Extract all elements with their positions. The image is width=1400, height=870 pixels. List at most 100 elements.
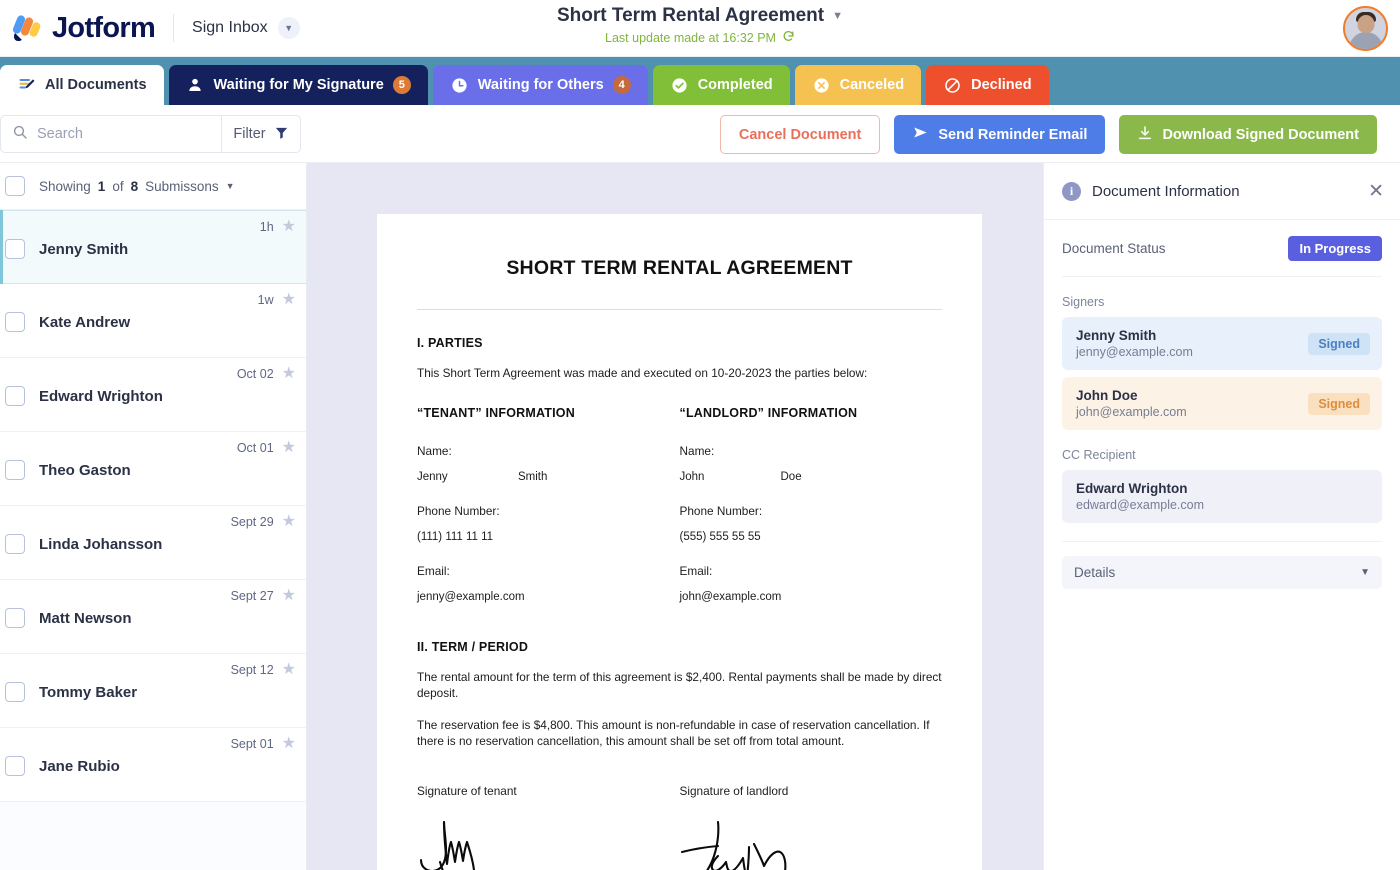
list-item[interactable]: 1w ★ Kate Andrew bbox=[0, 284, 306, 358]
document-information-panel: i Document Information ✕ Document Status… bbox=[1043, 163, 1400, 870]
clock-icon bbox=[450, 76, 469, 95]
list-item-date: 1h bbox=[259, 220, 274, 234]
document-heading: SHORT TERM RENTAL AGREEMENT bbox=[506, 257, 853, 279]
landlord-signature-label: Signature of landlord bbox=[679, 783, 789, 798]
tenant-last-name: Smith bbox=[518, 470, 548, 483]
list-item-checkbox[interactable] bbox=[5, 608, 25, 628]
document-status-row: Document Status In Progress bbox=[1062, 220, 1382, 277]
star-icon[interactable]: ★ bbox=[282, 588, 296, 604]
cc-name: Edward Wrighton bbox=[1076, 481, 1188, 496]
document-page: SHORT TERM RENTAL AGREEMENT I. PARTIES T… bbox=[377, 214, 982, 870]
tab-waiting-for-others[interactable]: Waiting for Others 4 bbox=[432, 65, 648, 105]
chevron-down-icon[interactable]: ▼ bbox=[1360, 567, 1370, 578]
send-reminder-email-button[interactable]: Send Reminder Email bbox=[894, 115, 1106, 154]
search-icon bbox=[12, 124, 28, 145]
signer-name: John Doe bbox=[1076, 388, 1138, 403]
filter-button[interactable]: Filter bbox=[221, 116, 300, 152]
star-icon[interactable]: ★ bbox=[282, 366, 296, 382]
list-item[interactable]: Sept 12 ★ Tommy Baker bbox=[0, 654, 306, 728]
submissions-list: 1h ★ Jenny Smith 1w ★ Kate Andrew Oct 02… bbox=[0, 210, 306, 802]
list-item-meta: Sept 01 ★ bbox=[231, 736, 296, 752]
star-icon[interactable]: ★ bbox=[282, 292, 296, 308]
last-update-status: Last update made at 16:32 PM bbox=[0, 30, 1400, 46]
x-circle-icon bbox=[812, 76, 831, 95]
list-item[interactable]: Oct 01 ★ Theo Gaston bbox=[0, 432, 306, 506]
signer-name: Jenny Smith bbox=[1076, 328, 1157, 343]
list-item-checkbox[interactable] bbox=[5, 460, 25, 480]
list-item-checkbox[interactable] bbox=[5, 312, 25, 332]
showing-mid: of bbox=[112, 178, 124, 194]
landlord-phone-value: (555) 555 55 55 bbox=[679, 530, 761, 543]
chevron-down-icon[interactable]: ▼ bbox=[226, 181, 235, 191]
download-signed-document-button[interactable]: Download Signed Document bbox=[1119, 115, 1377, 154]
close-icon[interactable]: ✕ bbox=[1368, 182, 1384, 201]
tenant-phone-group: Phone Number: (111) 111 11 11 bbox=[417, 504, 680, 543]
list-item-date: Sept 12 bbox=[230, 663, 274, 677]
list-item-meta: Sept 29 ★ bbox=[231, 514, 296, 530]
signers-label: Signers bbox=[1062, 295, 1105, 309]
signer-identity: Jenny Smith jenny@example.com bbox=[1076, 328, 1193, 359]
document-title[interactable]: Short Term Rental Agreement ▼ bbox=[557, 5, 843, 27]
cc-identity: Edward Wrighton edward@example.com bbox=[1076, 481, 1204, 512]
landlord-phone-label: Phone Number: bbox=[679, 503, 763, 518]
cc-recipient-row[interactable]: Edward Wrighton edward@example.com bbox=[1062, 470, 1382, 523]
list-item-name: Kate Andrew bbox=[39, 313, 131, 331]
list-item-name: Matt Newson bbox=[39, 609, 132, 627]
funnel-icon bbox=[274, 125, 289, 144]
star-icon[interactable]: ★ bbox=[282, 514, 296, 530]
showing-summary-row: Showing 1 of 8 Submissons ▼ bbox=[0, 163, 306, 210]
document-viewer[interactable]: SHORT TERM RENTAL AGREEMENT I. PARTIES T… bbox=[307, 163, 1043, 870]
list-item[interactable]: Sept 01 ★ Jane Rubio bbox=[0, 728, 306, 802]
search-input[interactable] bbox=[37, 126, 221, 142]
list-item[interactable]: 1h ★ Jenny Smith bbox=[0, 210, 306, 284]
tenant-column: “TENANT” INFORMATION Name: Jenny Smith P… bbox=[417, 406, 680, 624]
download-icon bbox=[1137, 125, 1153, 145]
tab-declined[interactable]: Declined bbox=[926, 65, 1049, 105]
list-item[interactable]: Sept 27 ★ Matt Newson bbox=[0, 580, 306, 654]
landlord-name-label: Name: bbox=[679, 443, 715, 458]
list-item-meta: 1w ★ bbox=[258, 292, 296, 308]
star-icon[interactable]: ★ bbox=[282, 219, 296, 235]
showing-count: 1 bbox=[97, 178, 106, 194]
star-icon[interactable]: ★ bbox=[282, 662, 296, 678]
showing-summary[interactable]: Showing 1 of 8 Submissons ▼ bbox=[39, 179, 235, 194]
list-item-meta: Sept 12 ★ bbox=[231, 662, 296, 678]
list-item-main: Tommy Baker bbox=[5, 682, 137, 702]
list-item-checkbox[interactable] bbox=[5, 386, 25, 406]
star-icon[interactable]: ★ bbox=[282, 440, 296, 456]
showing-total: 8 bbox=[130, 178, 139, 194]
tab-completed[interactable]: Completed bbox=[652, 65, 790, 105]
list-item-name: Theo Gaston bbox=[39, 461, 131, 479]
list-item-checkbox[interactable] bbox=[5, 239, 25, 259]
list-item-name: Edward Wrighton bbox=[39, 387, 163, 405]
list-item-checkbox[interactable] bbox=[5, 682, 25, 702]
details-dropdown[interactable]: Details ▼ bbox=[1062, 556, 1382, 589]
star-icon[interactable]: ★ bbox=[282, 736, 296, 752]
tab-all-documents[interactable]: All Documents bbox=[0, 65, 164, 105]
list-item-checkbox[interactable] bbox=[5, 534, 25, 554]
signer-row[interactable]: John Doe john@example.com Signed bbox=[1062, 377, 1382, 430]
refresh-icon[interactable] bbox=[782, 30, 795, 46]
list-item[interactable]: Oct 02 ★ Edward Wrighton bbox=[0, 358, 306, 432]
avatar[interactable] bbox=[1343, 6, 1388, 51]
list-item-date: Sept 29 bbox=[230, 515, 274, 529]
landlord-phone-group: Phone Number: (555) 555 55 55 bbox=[680, 504, 943, 543]
tab-canceled[interactable]: Canceled bbox=[794, 65, 922, 105]
filter-label: Filter bbox=[233, 126, 266, 142]
tenant-name-group: Name: Jenny Smith bbox=[417, 444, 680, 483]
tab-waiting-my-signature[interactable]: Waiting for My Signature 5 bbox=[168, 65, 428, 105]
tab-canceled-label: Canceled bbox=[839, 77, 905, 93]
list-item-checkbox[interactable] bbox=[5, 756, 25, 776]
signer-row[interactable]: Jenny Smith jenny@example.com Signed bbox=[1062, 317, 1382, 370]
handwritten-signature-john bbox=[680, 808, 943, 870]
tab-completed-label: Completed bbox=[697, 77, 773, 93]
details-label: Details bbox=[1074, 565, 1116, 580]
landlord-name-group: Name: John Doe bbox=[680, 444, 943, 483]
list-item[interactable]: Sept 29 ★ Linda Johansson bbox=[0, 506, 306, 580]
chevron-down-icon[interactable]: ▼ bbox=[832, 10, 843, 22]
tenant-phone-label: Phone Number: bbox=[417, 503, 500, 518]
list-item-main: Theo Gaston bbox=[5, 460, 131, 480]
select-all-checkbox[interactable] bbox=[5, 176, 25, 196]
cancel-document-button[interactable]: Cancel Document bbox=[719, 115, 881, 154]
info-icon: i bbox=[1062, 181, 1081, 201]
